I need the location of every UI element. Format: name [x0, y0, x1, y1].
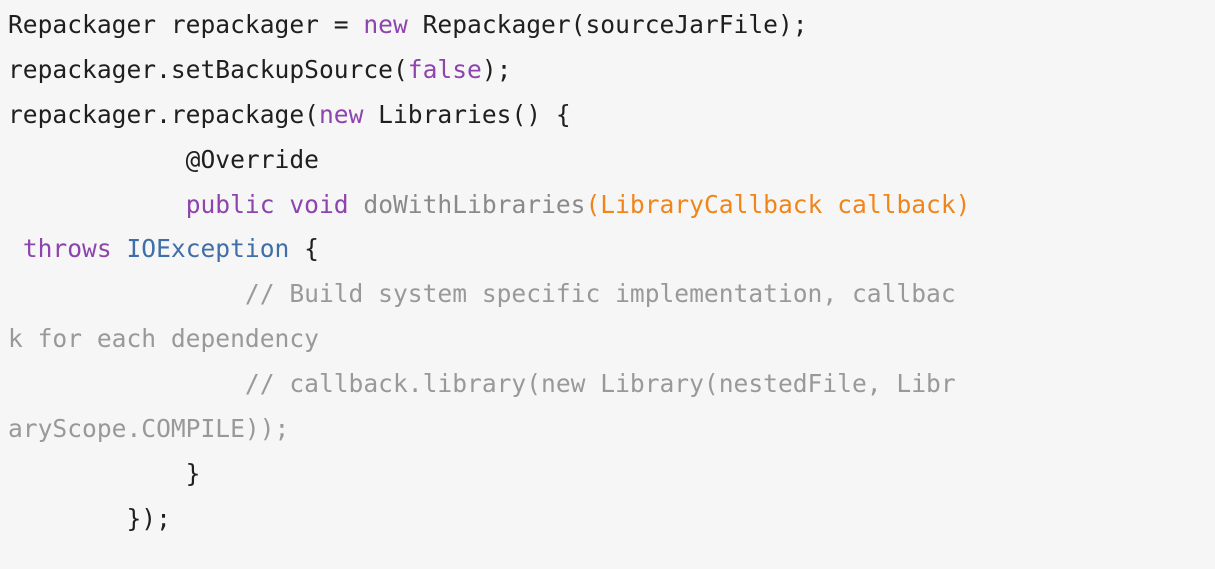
- code-line: public void doWithLibraries(LibraryCallb…: [8, 183, 1215, 228]
- code-line: });: [8, 497, 1215, 542]
- code-line: repackager.setBackupSource(false);: [8, 48, 1215, 93]
- code-token-plain: Repackager repackager =: [8, 10, 364, 39]
- code-token-plain: {: [289, 234, 319, 264]
- code-token-plain: repackager.setBackupSource(: [8, 54, 408, 84]
- code-token-keyword: void: [289, 189, 349, 219]
- code-line: Repackager repackager = new Repackager(s…: [8, 3, 1215, 48]
- code-token-literal: false: [407, 54, 482, 84]
- code-token-comment: aryScope.COMPILE));: [8, 414, 290, 444]
- code-token-params: (LibraryCallback callback): [585, 189, 971, 219]
- code-token-keyword: throws: [22, 234, 112, 264]
- code-line: repackager.repackage(new Libraries() {: [8, 93, 1215, 138]
- code-line: @Override: [8, 138, 1215, 183]
- code-token-plain: Repackager(sourceJarFile);: [407, 10, 808, 39]
- code-token-annotation: @Override: [8, 144, 319, 174]
- code-token-plain: repackager.repackage(: [8, 99, 319, 129]
- code-token-plain: });: [8, 503, 171, 533]
- code-token-plain: }: [8, 458, 201, 488]
- code-line: k for each dependency: [8, 317, 1215, 362]
- code-token-type: IOException: [126, 234, 290, 264]
- code-line: aryScope.COMPILE));: [8, 407, 1215, 452]
- code-token-comment: k for each dependency: [8, 324, 319, 354]
- code-token-comment: // callback.library(new Library(nestedFi…: [8, 369, 956, 399]
- code-token-method-name: doWithLibraries: [363, 189, 586, 219]
- code-token-comment: // Build system specific implementation,…: [8, 279, 956, 309]
- code-line: // callback.library(new Library(nestedFi…: [8, 362, 1215, 407]
- code-block: Repackager repackager = new Repackager(s…: [0, 0, 1215, 569]
- code-token-plain: Libraries() {: [363, 99, 571, 129]
- code-line: }: [8, 452, 1215, 497]
- code-token-keyword: new: [318, 99, 364, 129]
- code-line: throws IOException {: [8, 227, 1215, 272]
- code-token-keyword: new: [363, 10, 408, 39]
- code-token-plain: );: [481, 54, 512, 84]
- code-line: // Build system specific implementation,…: [8, 272, 1215, 317]
- code-token-keyword: public: [185, 189, 275, 219]
